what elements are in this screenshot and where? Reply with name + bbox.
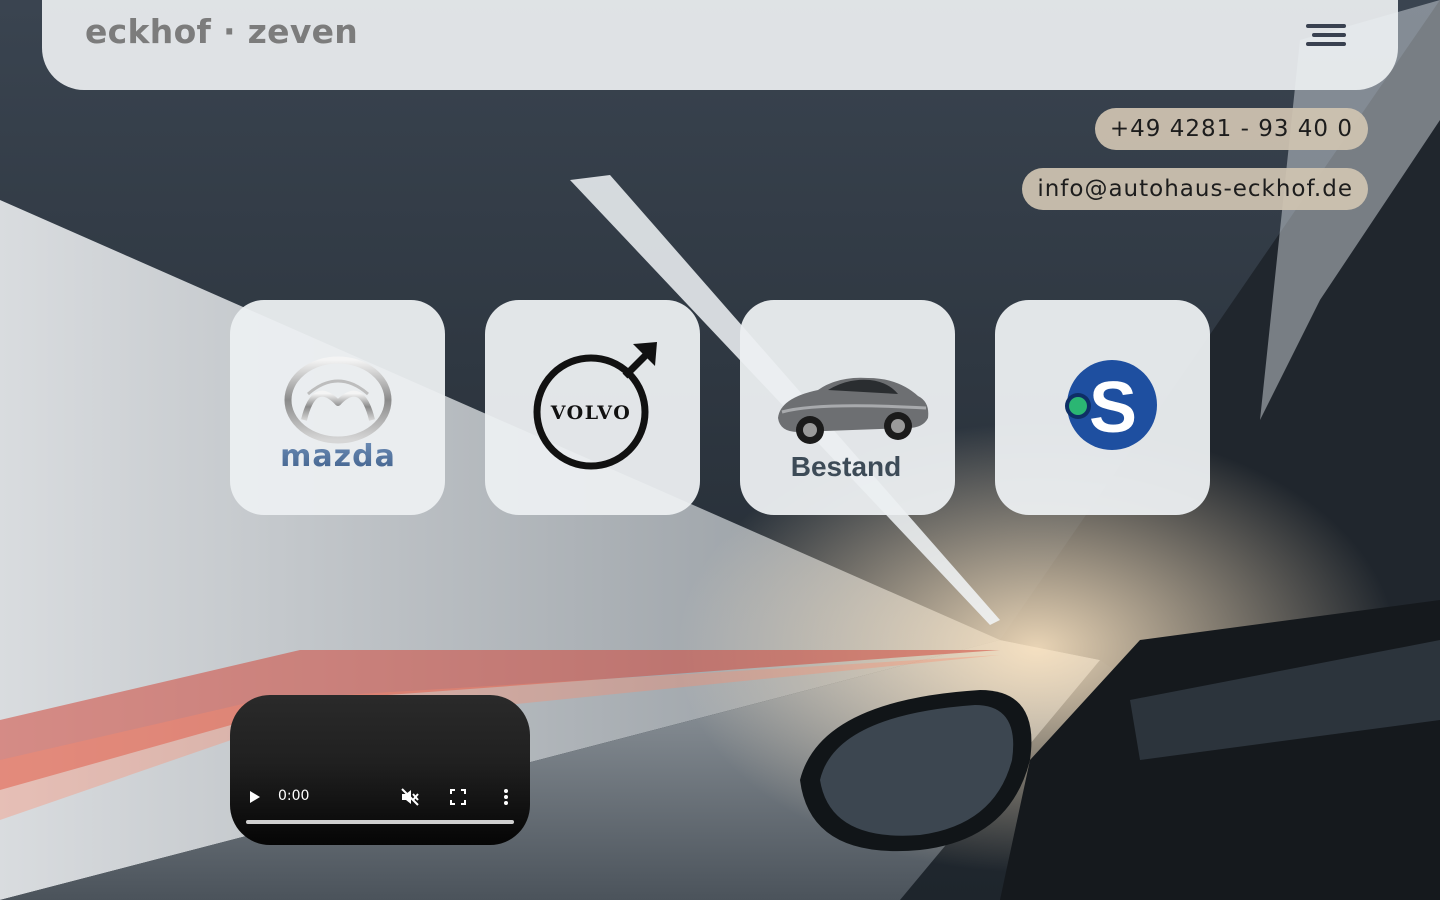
mazda-logo-icon: mazda <box>280 356 396 474</box>
bestand-tile[interactable]: Bestand <box>740 300 955 515</box>
fullscreen-icon[interactable] <box>450 789 466 805</box>
sports-car-image: Bestand <box>777 377 928 482</box>
bestand-label: Bestand <box>790 451 900 482</box>
brand-logo-text[interactable]: eckhof · zeven <box>85 12 358 51</box>
mazda-tile[interactable]: mazda <box>230 300 445 515</box>
s-brand-tile[interactable]: S <box>995 300 1210 515</box>
video-time: 0:00 <box>278 788 310 804</box>
more-options-icon[interactable] <box>502 788 510 806</box>
s-brand-logo-icon: S <box>1064 359 1157 450</box>
play-icon[interactable] <box>247 790 261 804</box>
mute-icon[interactable] <box>400 787 420 807</box>
menu-line <box>1306 42 1346 46</box>
header-bar: eckhof · zeven <box>42 0 1398 90</box>
video-progress-bar[interactable] <box>246 820 514 824</box>
phone-link[interactable]: +49 4281 - 93 40 0 <box>1094 108 1368 150</box>
hamburger-menu-icon[interactable] <box>1302 18 1346 52</box>
volvo-logo-icon: VOLVO <box>533 341 657 469</box>
mazda-wordmark: mazda <box>280 439 396 474</box>
email-link[interactable]: info@autohaus-eckhof.de <box>1022 168 1368 210</box>
s-brand-letter: S <box>1088 368 1136 448</box>
volvo-wordmark: VOLVO <box>549 402 631 424</box>
menu-line <box>1312 33 1346 37</box>
volvo-tile[interactable]: VOLVO <box>485 300 700 515</box>
menu-line <box>1306 24 1346 28</box>
